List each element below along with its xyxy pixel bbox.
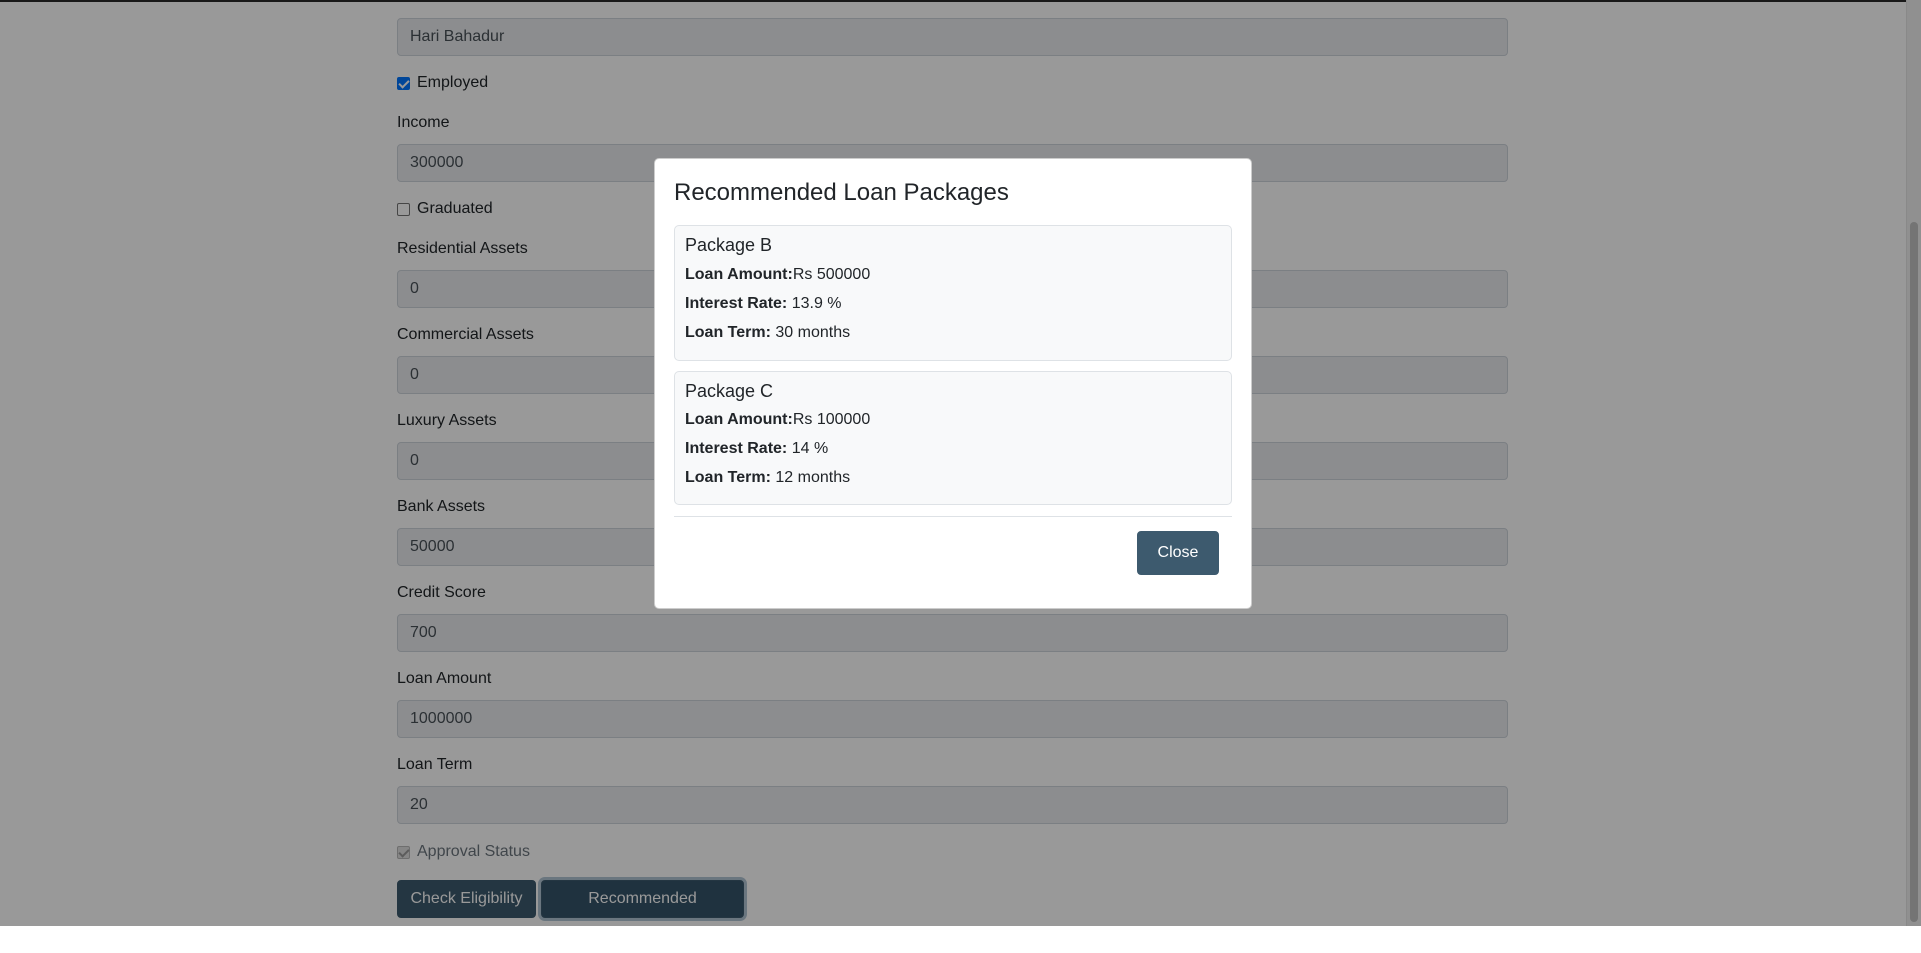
interest-rate-key: Interest Rate: <box>685 295 788 312</box>
package-card: Package B Loan Amount:Rs 500000 Interest… <box>674 225 1232 361</box>
loan-amount-key: Loan Amount: <box>685 411 793 428</box>
package-card: Package C Loan Amount:Rs 100000 Interest… <box>674 371 1232 505</box>
loan-amount-value: Rs 500000 <box>792 266 871 283</box>
close-button[interactable]: Close <box>1137 531 1219 575</box>
interest-rate-value: 14 % <box>787 440 829 457</box>
loan-amount-key: Loan Amount: <box>685 266 793 283</box>
loan-term-key: Loan Term: <box>685 469 771 486</box>
loan-amount-value: Rs 100000 <box>792 411 871 428</box>
loan-term-value: 12 months <box>770 469 851 486</box>
loan-term-value: 30 months <box>770 324 851 341</box>
loan-term-key: Loan Term: <box>685 324 771 341</box>
modal-footer-divider <box>674 516 1232 517</box>
modal-title: Recommended Loan Packages <box>674 179 1009 206</box>
package-name: Package C <box>685 381 774 401</box>
interest-rate-value: 13.9 % <box>787 295 842 312</box>
package-loan-term: Loan Term: 12 months <box>685 469 850 487</box>
package-name: Package B <box>685 235 773 255</box>
package-loan-amount: Loan Amount:Rs 500000 <box>685 266 870 284</box>
recommended-packages-modal: Recommended Loan Packages Package B Loan… <box>654 158 1252 609</box>
package-interest-rate: Interest Rate: 13.9 % <box>685 295 842 313</box>
package-loan-term: Loan Term: 30 months <box>685 324 850 342</box>
interest-rate-key: Interest Rate: <box>685 440 788 457</box>
package-interest-rate: Interest Rate: 14 % <box>685 440 828 458</box>
package-loan-amount: Loan Amount:Rs 100000 <box>685 411 870 429</box>
